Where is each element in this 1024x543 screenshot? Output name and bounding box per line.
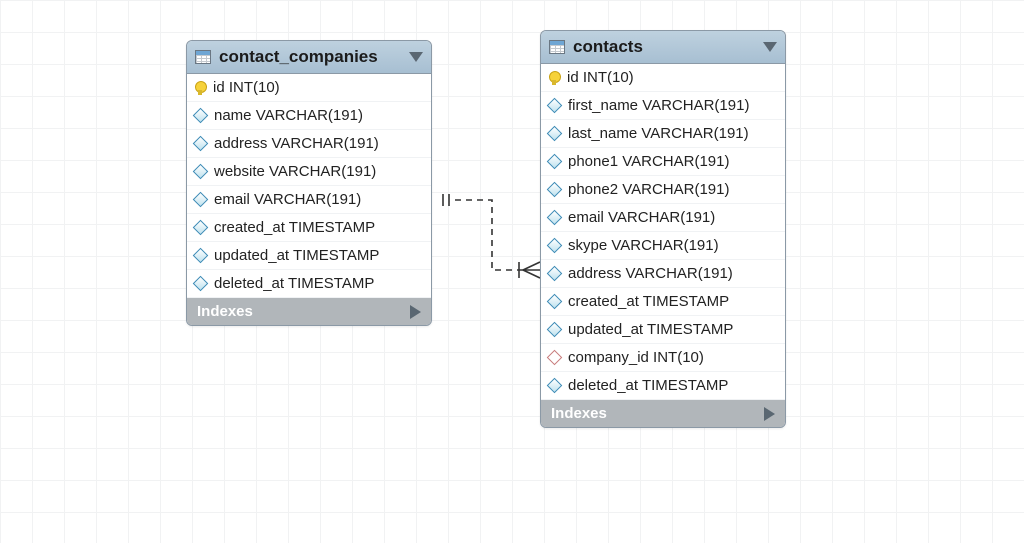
column-row[interactable]: address VARCHAR(191) <box>187 130 431 158</box>
column-list: id INT(10) name VARCHAR(191) address VARCH… <box>187 74 431 298</box>
column-icon <box>547 322 563 338</box>
column-row[interactable]: id INT(10) <box>541 64 785 92</box>
column-row[interactable]: created_at TIMESTAMP <box>541 288 785 316</box>
column-row[interactable]: deleted_at TIMESTAMP <box>541 372 785 400</box>
column-label: created_at TIMESTAMP <box>568 293 729 310</box>
indexes-label: Indexes <box>551 405 607 422</box>
column-label: phone1 VARCHAR(191) <box>568 153 729 170</box>
column-row[interactable]: last_name VARCHAR(191) <box>541 120 785 148</box>
column-row[interactable]: phone2 VARCHAR(191) <box>541 176 785 204</box>
column-icon <box>547 98 563 114</box>
column-row[interactable]: id INT(10) <box>187 74 431 102</box>
column-icon <box>193 248 209 264</box>
column-label: skype VARCHAR(191) <box>568 237 719 254</box>
column-row[interactable]: deleted_at TIMESTAMP <box>187 270 431 298</box>
column-row[interactable]: skype VARCHAR(191) <box>541 232 785 260</box>
column-row[interactable]: company_id INT(10) <box>541 344 785 372</box>
column-label: address VARCHAR(191) <box>568 265 733 282</box>
indexes-row[interactable]: Indexes <box>187 298 431 325</box>
column-row[interactable]: updated_at TIMESTAMP <box>187 242 431 270</box>
column-icon <box>547 378 563 394</box>
indexes-label: Indexes <box>197 303 253 320</box>
column-label: deleted_at TIMESTAMP <box>568 377 728 394</box>
column-list: id INT(10) first_name VARCHAR(191) last_na… <box>541 64 785 400</box>
relationship-line <box>0 0 1024 543</box>
column-icon <box>547 294 563 310</box>
column-label: id INT(10) <box>213 79 280 96</box>
column-label: address VARCHAR(191) <box>214 135 379 152</box>
table-icon <box>549 40 565 54</box>
column-icon <box>193 276 209 292</box>
column-row[interactable]: first_name VARCHAR(191) <box>541 92 785 120</box>
column-icon <box>547 126 563 142</box>
expand-icon[interactable] <box>764 407 775 421</box>
entity-title: contact_companies <box>219 47 401 67</box>
column-label: deleted_at TIMESTAMP <box>214 275 374 292</box>
column-icon <box>547 210 563 226</box>
column-row[interactable]: website VARCHAR(191) <box>187 158 431 186</box>
column-icon <box>547 154 563 170</box>
column-label: email VARCHAR(191) <box>214 191 361 208</box>
column-row[interactable]: phone1 VARCHAR(191) <box>541 148 785 176</box>
collapse-icon[interactable] <box>409 52 423 62</box>
column-icon <box>547 182 563 198</box>
column-label: website VARCHAR(191) <box>214 163 376 180</box>
column-icon <box>193 164 209 180</box>
column-row[interactable]: email VARCHAR(191) <box>541 204 785 232</box>
column-icon <box>193 220 209 236</box>
table-icon <box>195 50 211 64</box>
column-label: last_name VARCHAR(191) <box>568 125 749 142</box>
entity-header[interactable]: contacts <box>541 31 785 64</box>
column-label: name VARCHAR(191) <box>214 107 363 124</box>
column-icon <box>193 108 209 124</box>
column-label: first_name VARCHAR(191) <box>568 97 749 114</box>
column-label: company_id INT(10) <box>568 349 704 366</box>
column-label: created_at TIMESTAMP <box>214 219 375 236</box>
column-label: id INT(10) <box>567 69 634 86</box>
column-row[interactable]: address VARCHAR(191) <box>541 260 785 288</box>
column-icon <box>193 136 209 152</box>
column-icon <box>547 238 563 254</box>
collapse-icon[interactable] <box>763 42 777 52</box>
column-icon <box>193 192 209 208</box>
entity-header[interactable]: contact_companies <box>187 41 431 74</box>
indexes-row[interactable]: Indexes <box>541 400 785 427</box>
column-row[interactable]: created_at TIMESTAMP <box>187 214 431 242</box>
expand-icon[interactable] <box>410 305 421 319</box>
entity-title: contacts <box>573 37 755 57</box>
column-label: updated_at TIMESTAMP <box>568 321 733 338</box>
column-row[interactable]: updated_at TIMESTAMP <box>541 316 785 344</box>
column-label: phone2 VARCHAR(191) <box>568 181 729 198</box>
column-label: email VARCHAR(191) <box>568 209 715 226</box>
foreign-key-icon <box>547 350 563 366</box>
column-icon <box>547 266 563 282</box>
column-row[interactable]: email VARCHAR(191) <box>187 186 431 214</box>
column-label: updated_at TIMESTAMP <box>214 247 379 264</box>
primary-key-icon <box>549 71 559 85</box>
entity-contacts[interactable]: contacts id INT(10) first_name VARCHAR(19… <box>540 30 786 428</box>
column-row[interactable]: name VARCHAR(191) <box>187 102 431 130</box>
primary-key-icon <box>195 81 205 95</box>
entity-contact-companies[interactable]: contact_companies id INT(10) name VARCHAR… <box>186 40 432 326</box>
